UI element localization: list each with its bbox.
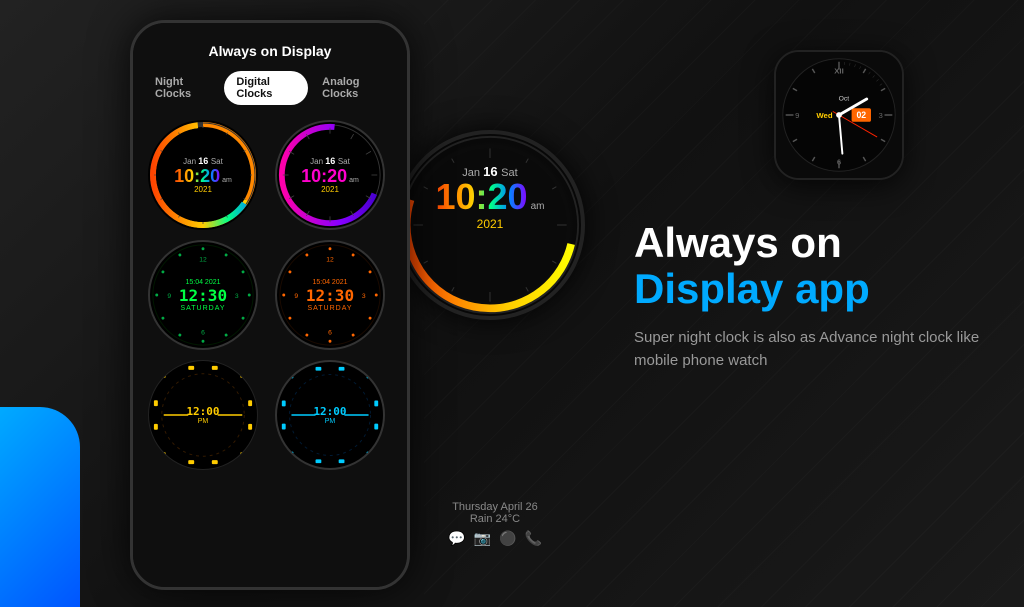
analog-watch-frame: XII 3 6 9 02 Wed Oct xyxy=(774,50,904,180)
svg-text:6: 6 xyxy=(201,330,205,337)
watch-status-icons: 💬 📷 ⚫ 📞 xyxy=(395,530,595,547)
clock-item-2[interactable]: Jan 16 Sat 10:20 am 2021 xyxy=(275,120,385,230)
clock-2-year: 2021 xyxy=(301,185,359,194)
clock-5-time: 12:00 xyxy=(186,405,219,418)
clock-1-ampm: am xyxy=(222,177,232,184)
svg-text:12: 12 xyxy=(326,256,334,263)
clock-6-time: 12:00 xyxy=(313,405,346,418)
tab-bar: Night Clocks Digital Clocks Analog Clock… xyxy=(143,71,397,105)
clock-4-inner: 15:04 2021 12:30 SATURDAY xyxy=(306,279,354,312)
clock-3-bottom: SATURDAY xyxy=(179,305,227,312)
clock-5-label: PM xyxy=(186,418,219,425)
clock-item-3[interactable]: 12 3 6 9 15:04 2021 12:30 SATURDAY xyxy=(148,240,258,350)
circle-icon: ⚫ xyxy=(499,530,516,547)
clock-4-bottom: SATURDAY xyxy=(306,305,354,312)
big-watch-time: 10:20 xyxy=(436,179,528,215)
clock-item-4[interactable]: 12 3 6 9 15:04 2021 12:30 SATURDAY xyxy=(275,240,385,350)
clock-2-ampm: am xyxy=(349,177,359,184)
camera-icon: 📷 xyxy=(474,530,491,547)
clock-item-6[interactable]: 12:00 PM xyxy=(275,360,385,470)
svg-text:Oct: Oct xyxy=(839,95,850,102)
phone-frame: Always on Display Night Clocks Digital C… xyxy=(130,20,410,590)
clock-1-year: 2021 xyxy=(174,185,232,194)
big-watch-ampm: am xyxy=(531,201,545,212)
big-watch-year: 2021 xyxy=(436,217,545,231)
clock-3-time: 12:30 xyxy=(179,286,227,305)
svg-text:6: 6 xyxy=(328,330,332,337)
headline-1: Always on xyxy=(634,220,984,266)
clock-4-time: 12:30 xyxy=(306,286,354,305)
right-content: Always on Display app Super night clock … xyxy=(634,220,984,372)
svg-text:3: 3 xyxy=(362,293,366,300)
svg-text:6: 6 xyxy=(837,157,841,166)
phone-icon: 📞 xyxy=(524,530,541,547)
analog-watch: XII 3 6 9 02 Wed Oct xyxy=(774,50,904,180)
svg-text:3: 3 xyxy=(879,111,883,120)
svg-text:XII: XII xyxy=(834,66,843,75)
big-watch: Jan 16 Sat 10:20 am 2021 xyxy=(395,130,585,320)
tab-night-clocks[interactable]: Night Clocks xyxy=(143,71,222,105)
big-watch-info: Jan 16 Sat 10:20 am 2021 xyxy=(436,164,545,231)
clock-3-inner: 15:04 2021 12:30 SATURDAY xyxy=(179,279,227,312)
svg-text:Wed: Wed xyxy=(816,111,832,120)
clock-2-inner: Jan 16 Sat 10:20 am 2021 xyxy=(301,156,359,194)
clock-2-time: 10:20 xyxy=(301,167,347,185)
svg-text:9: 9 xyxy=(294,293,298,300)
analog-watch-svg: XII 3 6 9 02 Wed Oct xyxy=(776,52,902,178)
watch-status-date: Thursday April 26 xyxy=(395,501,595,513)
clock-3-top: 15:04 2021 xyxy=(179,279,227,286)
subtitle: Super night clock is also as Advance nig… xyxy=(634,327,984,372)
tab-digital-clocks[interactable]: Digital Clocks xyxy=(224,71,308,105)
phone-screen: Always on Display Night Clocks Digital C… xyxy=(133,23,407,587)
phone-container: Always on Display Night Clocks Digital C… xyxy=(130,20,410,590)
clock-item-5[interactable]: 12:00 PM xyxy=(148,360,258,470)
headline-2: Display app xyxy=(634,266,984,312)
clock-5-inner: 12:00 PM xyxy=(186,405,219,425)
wechat-icon: 💬 xyxy=(448,530,465,547)
big-watch-container: Jan 16 Sat 10:20 am 2021 xyxy=(395,130,595,380)
watch-status-weather: Rain 24°C xyxy=(395,513,595,525)
clock-item-1[interactable]: Jan 16 Sat 10:20 am 2021 xyxy=(148,120,258,230)
svg-text:3: 3 xyxy=(235,293,239,300)
clock-grid: Jan 16 Sat 10:20 am 2021 xyxy=(143,120,397,470)
svg-text:9: 9 xyxy=(795,111,799,120)
svg-text:02: 02 xyxy=(856,110,866,120)
clock-1-inner: Jan 16 Sat 10:20 am 2021 xyxy=(174,156,232,194)
clock-1-time: 10:20 xyxy=(174,167,220,185)
clock-6-inner: 12:00 PM xyxy=(313,405,346,425)
svg-text:12: 12 xyxy=(199,256,207,263)
clock-6-label: PM xyxy=(313,418,346,425)
phone-header: Always on Display xyxy=(143,38,397,59)
watch-status-bar: Thursday April 26 Rain 24°C 💬 📷 ⚫ 📞 xyxy=(395,501,595,547)
clock-4-top: 15:04 2021 xyxy=(306,279,354,286)
svg-text:9: 9 xyxy=(167,293,171,300)
tab-analog-clocks[interactable]: Analog Clocks xyxy=(310,71,397,105)
blue-corner-accent xyxy=(0,407,80,607)
